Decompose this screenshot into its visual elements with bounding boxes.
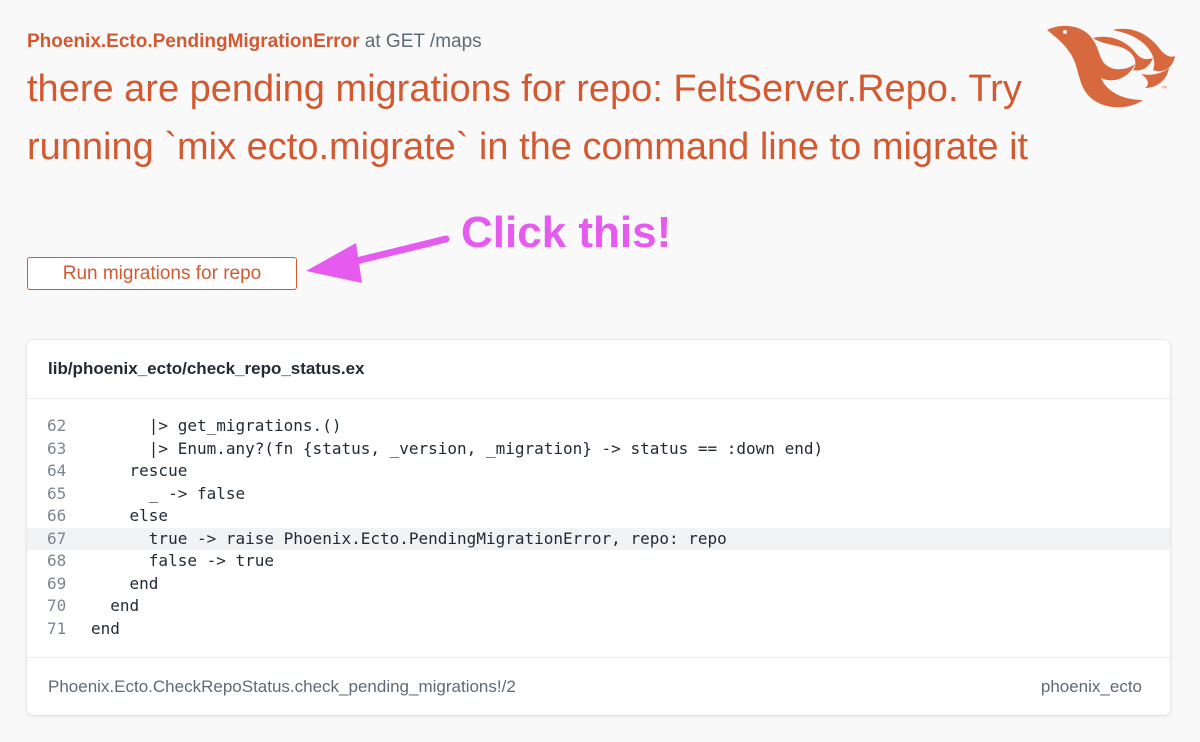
- line-number: 71: [47, 618, 67, 638]
- code-line: 63 |> Enum.any?(fn {status, _version, _m…: [27, 438, 1170, 461]
- function-name: Phoenix.Ecto.CheckRepoStatus.check_pendi…: [48, 677, 516, 696]
- code-line: 66 else: [27, 505, 1170, 528]
- source-card: lib/phoenix_ecto/check_repo_status.ex 62…: [27, 340, 1170, 715]
- line-number: 65: [47, 483, 67, 503]
- annotation-text: Click this!: [461, 208, 672, 257]
- line-code: |> get_migrations.(): [91, 416, 342, 435]
- source-file-path: lib/phoenix_ecto/check_repo_status.ex: [27, 340, 1170, 399]
- line-code: rescue: [91, 461, 188, 480]
- code-line: 70 end: [27, 595, 1170, 618]
- code-line: 64 rescue: [27, 460, 1170, 483]
- line-code: end: [91, 573, 159, 593]
- line-number: 64: [47, 461, 67, 480]
- code-line: 62 |> get_migrations.(): [27, 415, 1170, 438]
- phoenix-logo-icon: ™: [1047, 25, 1175, 108]
- line-code: end: [91, 596, 140, 615]
- error-name: Phoenix.Ecto.PendingMigrationError: [27, 31, 360, 52]
- line-number: 68: [47, 551, 67, 570]
- error-heading: Phoenix.Ecto.PendingMigrationError at GE…: [27, 30, 482, 54]
- code-block: 62 |> get_migrations.() 63 |> Enum.any?(f…: [27, 415, 1170, 640]
- line-number: 70: [47, 596, 67, 615]
- code-line: 67 true -> raise Phoenix.Ecto.PendingMig…: [27, 527, 1170, 550]
- line-code: false -> true: [91, 551, 275, 570]
- line-code: true -> raise Phoenix.Ecto.PendingMigrat…: [91, 528, 727, 548]
- request-info: at GET /maps: [359, 31, 482, 52]
- line-number: 66: [47, 506, 67, 525]
- line-number: 67: [47, 528, 67, 548]
- line-number: 62: [47, 416, 67, 435]
- app-name: phoenix_ecto: [1040, 677, 1142, 696]
- line-code: end: [91, 618, 120, 638]
- run-migrations-button[interactable]: Run migrations for repo: [27, 257, 297, 290]
- error-message: there are pending migrations for repo: F…: [27, 68, 1029, 168]
- svg-text:™: ™: [1161, 85, 1167, 92]
- line-code: _ -> false: [91, 483, 246, 503]
- code-line: 68 false -> true: [27, 550, 1170, 573]
- line-code: |> Enum.any?(fn {status, _version, _migr…: [91, 438, 824, 458]
- code-line: 71 end: [27, 618, 1170, 641]
- line-number: 63: [47, 438, 67, 458]
- line-number: 69: [47, 573, 67, 593]
- arrow-icon: [306, 235, 450, 283]
- line-code: else: [91, 506, 169, 525]
- error-page: Phoenix.Ecto.PendingMigrationError at GE…: [0, 0, 1200, 742]
- source-footer: Phoenix.Ecto.CheckRepoStatus.check_pendi…: [27, 657, 1170, 715]
- code-line: 69 end: [27, 573, 1170, 596]
- code-line: 65 _ -> false: [27, 483, 1170, 506]
